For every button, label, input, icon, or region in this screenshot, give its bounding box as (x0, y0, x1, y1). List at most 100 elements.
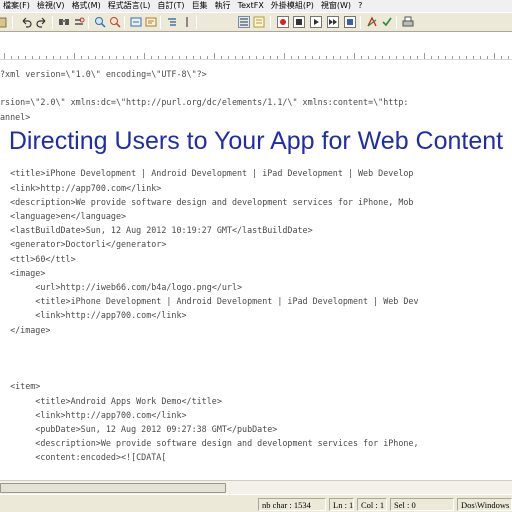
ruler-tick (88, 56, 89, 59)
code-line: rsion=\"2.0\" xmlns:dc=\"http://purl.org… (0, 97, 409, 108)
menu-item[interactable]: 視窗(W) (318, 0, 355, 12)
menu-item[interactable]: 外掛模組(P) (268, 0, 318, 12)
ruler-tick (312, 56, 313, 59)
indent-guide-icon[interactable] (166, 16, 178, 28)
toolbar-separator (196, 16, 197, 29)
code-line: <link>http://app700.com</link> (0, 310, 187, 321)
menu-bar: 檔案(F) 檢視(V) 格式(M) 程式語言(L) 自訂(T) 巨集 執行 TextFX 外掛模… (0, 0, 512, 12)
ruler-tick (60, 56, 61, 59)
code-line: <description>We provide software design … (0, 196, 414, 207)
play-macro-icon[interactable] (310, 16, 322, 28)
scrollbar-thumb[interactable] (0, 483, 226, 493)
ruler-tick (410, 56, 411, 59)
sync-icon[interactable] (130, 16, 142, 28)
ruler-tick (494, 53, 495, 59)
find-icon[interactable] (58, 16, 70, 28)
ruler-tick (67, 56, 68, 59)
ruler-tick (18, 56, 19, 59)
ruler-tick (424, 53, 425, 59)
ruler-tick (291, 56, 292, 59)
ruler-tick (81, 56, 82, 59)
status-bar: nb char : 1534 Ln : 1 Col : 1 Sel : 0 Do… (0, 494, 512, 512)
ruler-tick (298, 56, 299, 59)
ruler-tick (207, 56, 208, 59)
menu-item[interactable]: TextFX (235, 0, 268, 12)
ruler-tick (333, 56, 334, 59)
ruler-tick (263, 56, 264, 59)
menu-item[interactable]: 巨集 (189, 0, 212, 12)
ruler-tick (95, 56, 96, 59)
ruler-tick (508, 56, 509, 59)
ruler-tick (445, 56, 446, 59)
ruler-tick (137, 56, 138, 59)
ruler-tick (270, 56, 271, 59)
code-line: <url>http://iweb66.com/b4a/logo.png</url… (0, 282, 243, 292)
ruler-tick (32, 56, 33, 59)
paste-icon[interactable] (0, 16, 8, 28)
ruler-tick (361, 56, 362, 59)
save-macro-icon[interactable] (344, 16, 356, 28)
ruler (0, 32, 512, 60)
ruler-tick (25, 56, 26, 59)
status-line: Ln : 1 (329, 498, 354, 511)
record-macro-icon[interactable] (277, 16, 289, 28)
ruler-tick (74, 53, 75, 59)
status-selection: Sel : 0 (390, 498, 454, 511)
ruler-tick (396, 56, 397, 59)
zoom-in-icon[interactable] (94, 16, 106, 28)
replace-icon[interactable] (73, 16, 85, 28)
code-line: <title>Android Apps Work Demo</title> (0, 395, 222, 406)
toolbar-separator (88, 16, 89, 29)
menu-item[interactable]: ? (355, 0, 366, 12)
toolbar-separator (270, 16, 271, 29)
code-line: <pubDate>Sun, 12 Aug 2012 09:27:38 GMT</… (0, 424, 278, 434)
menu-item[interactable]: 自訂(T) (154, 0, 188, 12)
code-line: <link>http://app700.com</link> (0, 182, 162, 193)
status-column: Col : 1 (357, 498, 387, 511)
wrap-icon[interactable] (145, 16, 157, 28)
ruler-tick (39, 56, 40, 59)
menu-item[interactable]: 檢視(V) (34, 0, 69, 12)
menu-item[interactable]: 格式(M) (69, 0, 105, 12)
redo-icon[interactable] (36, 16, 48, 28)
stop-macro-icon[interactable] (293, 16, 305, 28)
print-icon[interactable] (402, 16, 414, 28)
text-editor[interactable]: ?xml version=\"1.0\" encoding=\"UTF-8\"?… (0, 60, 512, 480)
doc-map-icon[interactable] (253, 16, 265, 28)
menu-item[interactable]: 執行 (212, 0, 235, 12)
check-mark-icon[interactable] (381, 16, 393, 28)
ruler-tick (431, 56, 432, 59)
show-all-icon[interactable] (181, 16, 193, 28)
toolbar-separator (160, 16, 161, 29)
ruler-tick (235, 56, 236, 59)
ruler-tick (158, 56, 159, 59)
ruler-tick (123, 56, 124, 59)
code-line: <title>iPhone Development | Android Deve… (0, 168, 414, 179)
code-line: <image> (0, 267, 46, 278)
ruler-tick (151, 56, 152, 59)
ruler-tick (473, 56, 474, 59)
code-line: <lastBuildDate>Sun, 12 Aug 2012 10:19:27… (0, 225, 313, 236)
ruler-tick (347, 56, 348, 59)
run-multiple-icon[interactable] (327, 16, 339, 28)
menu-item[interactable]: 檔案(F) (0, 0, 34, 12)
ruler-tick (200, 56, 201, 59)
ruler-tick (326, 56, 327, 59)
ruler-tick (165, 56, 166, 59)
ruler-tick (452, 56, 453, 59)
ruler-tick (487, 56, 488, 59)
ruler-tick (130, 56, 131, 59)
status-eol-format: Dos\Windows (457, 498, 512, 511)
spell-check-icon[interactable] (366, 16, 378, 28)
status-char-count: nb char : 1534 (258, 498, 326, 511)
undo-icon[interactable] (20, 16, 32, 28)
ruler-tick (375, 56, 376, 59)
horizontal-scrollbar[interactable] (0, 480, 512, 494)
ruler-tick (179, 56, 180, 59)
zoom-out-icon[interactable] (109, 16, 121, 28)
wrap-lines-icon[interactable] (238, 16, 250, 28)
ruler-tick (382, 56, 383, 59)
ruler-tick (214, 53, 215, 59)
toolbar-separator (52, 16, 53, 29)
menu-item[interactable]: 程式語言(L) (105, 0, 155, 12)
